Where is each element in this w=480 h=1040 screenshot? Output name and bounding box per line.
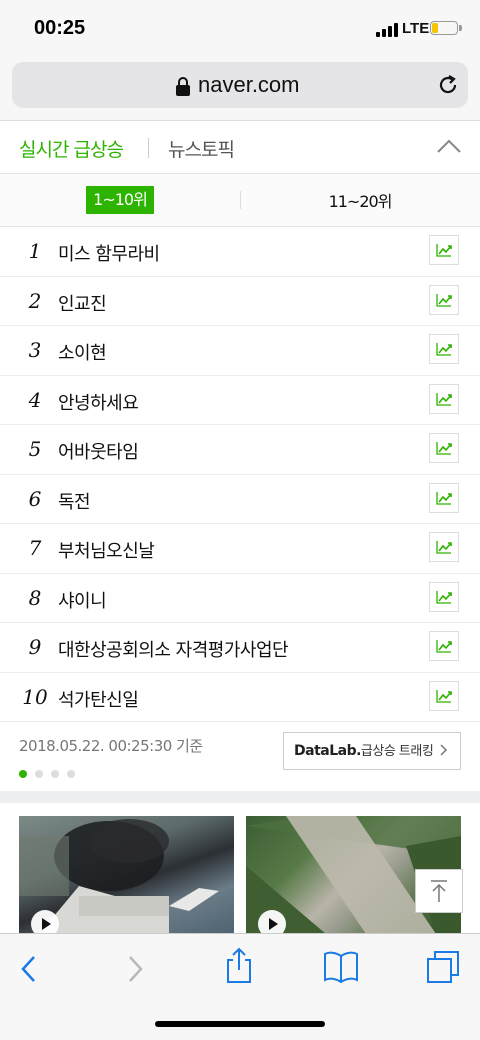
trend-chart-icon[interactable] <box>429 581 459 612</box>
trend-chart-icon[interactable] <box>429 284 459 315</box>
datalab-button[interactable]: DataLab.급상승 트래킹 <box>283 732 461 770</box>
keyword-link[interactable]: 석가탄신일 <box>58 686 139 712</box>
page-dot[interactable] <box>51 770 59 778</box>
arrow-up-to-top-icon <box>431 880 447 902</box>
video-news-section <box>0 803 480 934</box>
tabs-icon[interactable] <box>424 948 462 986</box>
tab-rank-11-20[interactable]: 11~20위 <box>300 188 420 212</box>
video-thumbnail[interactable] <box>19 816 234 934</box>
keyword-link[interactable]: 대한상공회의소 자격평가사업단 <box>58 636 289 662</box>
list-item[interactable]: 5 어바웃타임 <box>0 425 480 475</box>
trend-chart-icon[interactable] <box>429 433 459 463</box>
url-text: naver.com <box>198 72 300 97</box>
list-item[interactable]: 7 부처님오신날 <box>0 524 480 574</box>
rank-number: 6 <box>28 486 42 511</box>
play-icon[interactable] <box>31 910 59 934</box>
lock-icon <box>176 77 190 96</box>
page-dot[interactable] <box>67 770 75 778</box>
status-time: 00:25 <box>34 17 86 39</box>
home-indicator <box>155 1021 325 1027</box>
tab-divider <box>148 138 149 158</box>
page-dot[interactable] <box>35 770 43 778</box>
trend-chart-icon[interactable] <box>429 334 459 364</box>
trend-chart-icon[interactable] <box>429 482 459 513</box>
trend-chart-icon[interactable] <box>429 383 459 414</box>
share-icon[interactable] <box>224 946 254 986</box>
scroll-top-button[interactable] <box>415 869 463 913</box>
ranking-list: 1 미스 함무라비 2 인교진 3 소이현 4 안녕하세요 5 어바웃타임 6 … <box>0 227 480 722</box>
trending-tabs: 실시간 급상승 뉴스토픽 <box>0 121 480 174</box>
list-item[interactable]: 4 안녕하세요 <box>0 376 480 425</box>
reload-icon[interactable] <box>436 73 460 97</box>
ranking-footer: 2018.05.22. 00:25:30 기준 DataLab.급상승 트래킹 <box>0 713 480 791</box>
rank-number: 9 <box>28 635 42 659</box>
chevron-right-icon <box>440 744 448 756</box>
rank-number: 8 <box>28 585 42 610</box>
list-item[interactable]: 3 소이현 <box>0 326 480 376</box>
back-arrow-icon[interactable] <box>16 952 42 986</box>
rank-number: 1 <box>28 239 42 263</box>
chevron-up-icon[interactable] <box>436 138 462 154</box>
trend-chart-icon[interactable] <box>429 680 459 711</box>
list-item[interactable]: 8 샤이니 <box>0 574 480 623</box>
signal-icon <box>376 23 398 37</box>
network-label: LTE <box>402 20 430 37</box>
update-timestamp: 2018.05.22. 00:25:30 기준 <box>19 737 203 755</box>
keyword-link[interactable]: 소이현 <box>58 339 107 365</box>
datalab-brand: DataLab. <box>294 743 361 759</box>
trend-chart-icon[interactable] <box>429 631 459 661</box>
keyword-link[interactable]: 어바웃타임 <box>58 438 139 464</box>
list-item[interactable]: 2 인교진 <box>0 277 480 326</box>
rank-number: 3 <box>28 338 42 362</box>
list-item[interactable]: 9 대한상공회의소 자격평가사업단 <box>0 623 480 673</box>
tab-news-topic[interactable]: 뉴스토픽 <box>168 135 235 162</box>
rank-number: 10 <box>22 684 48 709</box>
datalab-label: 급상승 트래킹 <box>360 744 434 759</box>
list-item[interactable]: 6 독전 <box>0 475 480 524</box>
book-icon[interactable] <box>322 950 360 984</box>
section-divider <box>0 791 480 803</box>
play-icon[interactable] <box>258 910 286 934</box>
page-indicator[interactable] <box>19 763 83 782</box>
rank-number: 5 <box>28 437 42 461</box>
range-divider <box>240 191 241 209</box>
keyword-link[interactable]: 샤이니 <box>58 587 107 613</box>
battery-icon <box>430 21 462 35</box>
trend-chart-icon[interactable] <box>429 235 459 265</box>
url-field[interactable]: naver.com <box>12 62 468 108</box>
tab-rank-1-10[interactable]: 1~10위 <box>86 186 154 214</box>
trend-chart-icon[interactable] <box>429 532 459 562</box>
forward-arrow-icon[interactable] <box>122 952 148 986</box>
rank-range-tabs: 1~10위 11~20위 <box>0 174 480 227</box>
list-item[interactable]: 1 미스 함무라비 <box>0 227 480 277</box>
page-dot[interactable] <box>19 770 27 778</box>
keyword-link[interactable]: 미스 함무라비 <box>58 240 160 266</box>
keyword-link[interactable]: 독전 <box>58 488 91 514</box>
keyword-link[interactable]: 부처님오신날 <box>58 537 155 563</box>
keyword-link[interactable]: 안녕하세요 <box>58 389 139 415</box>
status-bar: 00:25 LTE <box>0 0 480 58</box>
rank-number: 4 <box>28 387 42 412</box>
tab-realtime[interactable]: 실시간 급상승 <box>19 135 124 162</box>
rank-number: 2 <box>28 288 42 313</box>
address-bar: naver.com <box>0 58 480 121</box>
rank-number: 7 <box>28 536 42 560</box>
keyword-link[interactable]: 인교진 <box>58 290 107 316</box>
